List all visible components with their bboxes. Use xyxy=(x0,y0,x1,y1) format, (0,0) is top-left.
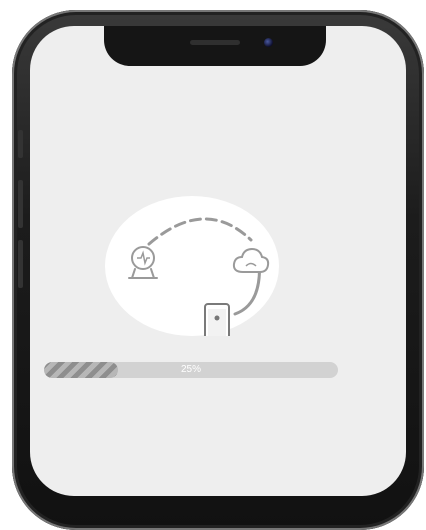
dashed-connection-line xyxy=(147,217,253,246)
progress-percentage: 25% xyxy=(180,364,201,375)
cloud-icon xyxy=(232,247,270,273)
smartphone-icon xyxy=(204,303,230,347)
setup-progress-bar: 25% xyxy=(44,362,338,378)
device-icon xyxy=(128,246,158,279)
connection-diagram xyxy=(128,217,270,347)
volume-down-button xyxy=(18,240,23,288)
phone-notch xyxy=(104,26,326,66)
mute-switch xyxy=(18,130,23,158)
setup-illustration xyxy=(105,196,279,347)
volume-up-button xyxy=(18,180,23,228)
front-camera-icon xyxy=(264,38,273,47)
speaker-grille-icon xyxy=(190,40,240,45)
